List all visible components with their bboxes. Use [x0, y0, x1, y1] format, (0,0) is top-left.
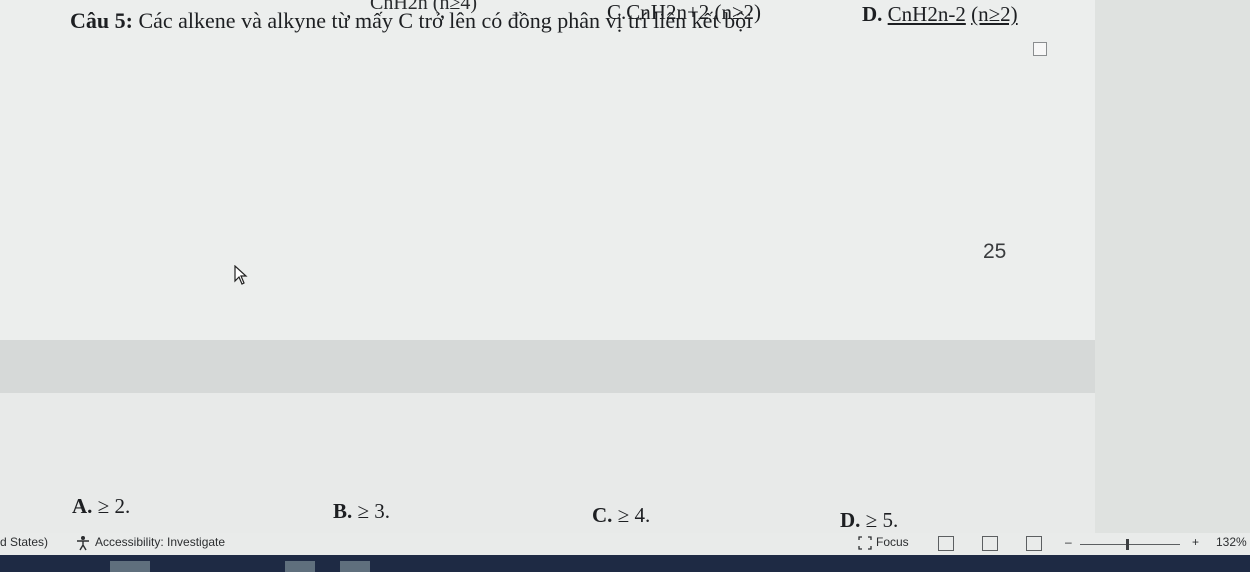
answer-a-value: ≥ 2. — [97, 494, 131, 518]
accessibility-icon[interactable] — [74, 535, 92, 551]
option-d-formula: CnH2n-2 — [887, 2, 966, 26]
page-number: 25 — [983, 240, 1007, 263]
option-d-label: D. — [862, 2, 883, 26]
focus-icon[interactable] — [858, 536, 872, 550]
answer-a[interactable]: A. ≥ 2. — [72, 494, 130, 519]
accessibility-status[interactable]: Accessibility: Investigate — [95, 535, 225, 549]
zoom-in-button[interactable]: + — [1192, 535, 1199, 549]
zoom-slider-track[interactable] — [1080, 544, 1180, 545]
answer-c-value: ≥ 4. — [617, 503, 651, 527]
taskbar-icon[interactable] — [285, 561, 315, 572]
answer-a-label: A. — [72, 494, 93, 518]
answer-d-label: D. — [840, 508, 861, 532]
option-d-previous: D. CnH2n-2 (n≥2) — [862, 2, 1018, 27]
taskbar-icon[interactable] — [110, 561, 150, 572]
language-status[interactable]: d States) — [0, 535, 48, 549]
answer-b-value: ≥ 3. — [357, 499, 391, 523]
zoom-out-button[interactable]: – — [1065, 535, 1072, 549]
zoom-slider-thumb[interactable] — [1126, 539, 1129, 550]
mouse-pointer-icon — [234, 265, 248, 285]
answer-b-label: B. — [333, 499, 353, 523]
zoom-level[interactable]: 132% — [1216, 535, 1247, 549]
web-layout-icon[interactable] — [1026, 536, 1042, 551]
question-label: Câu 5: — [70, 8, 133, 33]
option-d-condition: (n≥2) — [971, 2, 1018, 26]
question-text: Các alkene và alkyne từ mấy C trở lên có… — [138, 8, 753, 33]
taskbar-icon[interactable] — [340, 561, 370, 572]
right-margin-area — [1095, 0, 1250, 533]
document-page-lower — [0, 393, 1095, 533]
answer-c[interactable]: C. ≥ 4. — [592, 503, 650, 528]
print-layout-icon[interactable] — [982, 536, 998, 551]
answer-b[interactable]: B. ≥ 3. — [333, 499, 390, 524]
read-mode-icon[interactable] — [938, 536, 954, 551]
answer-d-value: ≥ 5. — [865, 508, 899, 532]
answer-d[interactable]: D. ≥ 5. — [840, 508, 898, 533]
answer-c-label: C. — [592, 503, 613, 527]
status-bar: d States) Accessibility: Investigate Foc… — [0, 533, 1250, 555]
question-5[interactable]: Câu 5: Các alkene và alkyne từ mấy C trở… — [70, 8, 752, 34]
page-break-gap — [0, 340, 1250, 396]
layout-options-checkbox[interactable] — [1033, 42, 1047, 56]
focus-label[interactable]: Focus — [876, 535, 909, 549]
taskbar — [0, 555, 1250, 572]
document-page-upper — [0, 0, 1095, 370]
